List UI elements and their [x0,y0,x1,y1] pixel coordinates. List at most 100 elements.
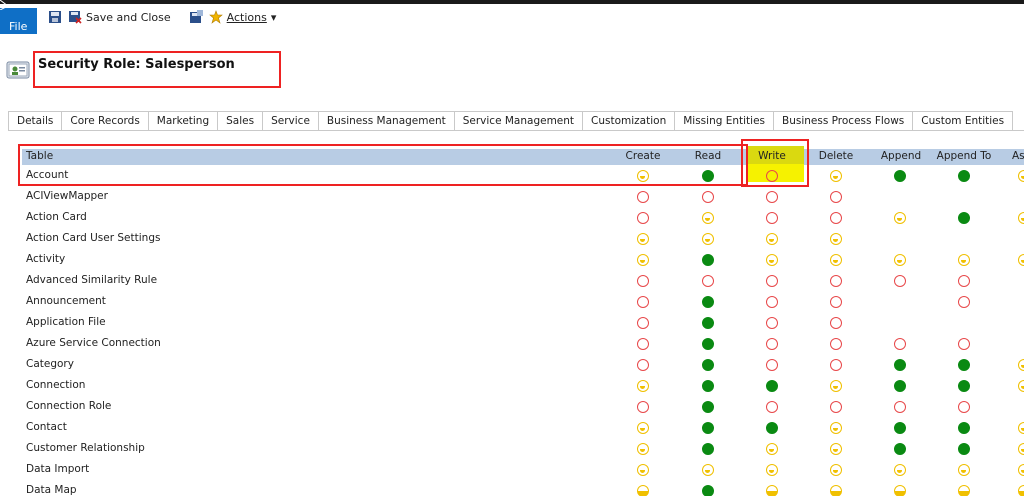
save-and-close-button[interactable]: Save and Close [68,10,171,24]
privilege-level-icon[interactable] [637,464,649,476]
privilege-level-icon[interactable] [894,338,906,350]
privilege-level-icon[interactable] [830,191,842,203]
tab-customization[interactable]: Customization [582,111,675,131]
tab-missing-entities[interactable]: Missing Entities [674,111,774,131]
privilege-level-icon[interactable] [766,212,778,224]
privilege-level-icon[interactable] [766,254,778,266]
actions-menu-button[interactable]: Actions ▾ [208,10,276,24]
privilege-level-icon[interactable] [830,380,842,392]
privilege-level-icon[interactable] [637,191,649,203]
privilege-level-icon[interactable] [637,296,649,308]
save-icon[interactable] [48,10,62,24]
privilege-level-icon[interactable] [830,212,842,224]
privilege-level-icon[interactable] [702,401,714,413]
privilege-level-icon[interactable] [702,296,714,308]
privilege-level-icon[interactable] [766,275,778,287]
privilege-level-icon[interactable] [830,443,842,455]
privilege-level-icon[interactable] [702,254,714,266]
privilege-level-icon[interactable] [958,296,970,308]
privilege-level-icon[interactable] [894,464,906,476]
privilege-level-icon[interactable] [702,380,714,392]
privilege-level-icon[interactable] [894,212,906,224]
privilege-level-icon[interactable] [637,443,649,455]
file-tab[interactable]: File [0,8,37,34]
privilege-level-icon[interactable] [894,254,906,266]
privilege-level-icon[interactable] [702,212,714,224]
privilege-level-icon[interactable] [766,380,778,392]
privilege-level-icon[interactable] [702,485,714,496]
privilege-level-icon[interactable] [958,464,970,476]
privilege-level-icon[interactable] [1018,422,1024,434]
tab-business-management[interactable]: Business Management [317,111,454,131]
privilege-level-icon[interactable] [830,296,842,308]
privilege-level-icon[interactable] [958,422,970,434]
privilege-level-icon[interactable] [637,275,649,287]
tab-details[interactable]: Details [8,111,62,131]
privilege-level-icon[interactable] [894,380,906,392]
privilege-level-icon[interactable] [830,275,842,287]
privilege-level-icon[interactable] [1018,254,1024,266]
privilege-level-icon[interactable] [766,443,778,455]
save-new-icon[interactable] [189,10,203,24]
privilege-level-icon[interactable] [894,170,906,182]
privilege-level-icon[interactable] [894,401,906,413]
privilege-level-icon[interactable] [702,317,714,329]
tab-service[interactable]: Service [262,111,318,131]
privilege-level-icon[interactable] [958,485,970,496]
privilege-level-icon[interactable] [702,443,714,455]
privilege-level-icon[interactable] [1018,359,1024,371]
privilege-level-icon[interactable] [830,233,842,245]
privilege-level-icon[interactable] [958,275,970,287]
privilege-level-icon[interactable] [958,401,970,413]
privilege-level-icon[interactable] [958,380,970,392]
privilege-level-icon[interactable] [958,443,970,455]
privilege-level-icon[interactable] [766,464,778,476]
privilege-level-icon[interactable] [637,380,649,392]
privilege-level-icon[interactable] [830,359,842,371]
privilege-level-icon[interactable] [1018,380,1024,392]
privilege-level-icon[interactable] [702,464,714,476]
privilege-level-icon[interactable] [702,359,714,371]
tab-sales[interactable]: Sales [217,111,263,131]
privilege-level-icon[interactable] [1018,212,1024,224]
privilege-level-icon[interactable] [766,296,778,308]
tab-marketing[interactable]: Marketing [147,111,218,131]
column-header-delete[interactable]: Delete [813,150,859,162]
privilege-level-icon[interactable] [766,401,778,413]
privilege-level-icon[interactable] [830,317,842,329]
privilege-level-icon[interactable] [958,338,970,350]
privilege-level-icon[interactable] [766,191,778,203]
privilege-level-icon[interactable] [637,485,649,496]
tab-custom-entities[interactable]: Custom Entities [912,111,1014,131]
privilege-level-icon[interactable] [702,191,714,203]
privilege-level-icon[interactable] [1018,464,1024,476]
privilege-level-icon[interactable] [830,401,842,413]
privilege-level-icon[interactable] [766,485,778,496]
privilege-level-icon[interactable] [702,338,714,350]
privilege-level-icon[interactable] [894,443,906,455]
column-header-append[interactable]: Append [876,150,926,162]
privilege-level-icon[interactable] [766,338,778,350]
privilege-level-icon[interactable] [766,422,778,434]
privilege-level-icon[interactable] [637,317,649,329]
privilege-level-icon[interactable] [702,233,714,245]
privilege-level-icon[interactable] [894,485,906,496]
column-header-append-to[interactable]: Append To [934,150,994,162]
privilege-level-icon[interactable] [830,254,842,266]
privilege-level-icon[interactable] [1018,485,1024,496]
privilege-level-icon[interactable] [830,485,842,496]
privilege-level-icon[interactable] [702,275,714,287]
privilege-level-icon[interactable] [637,422,649,434]
privilege-level-icon[interactable] [637,338,649,350]
privilege-level-icon[interactable] [830,464,842,476]
privilege-level-icon[interactable] [958,170,970,182]
privilege-level-icon[interactable] [637,401,649,413]
privilege-level-icon[interactable] [637,359,649,371]
tab-core-records[interactable]: Core Records [61,111,148,131]
tab-service-management[interactable]: Service Management [453,111,583,131]
privilege-level-icon[interactable] [958,359,970,371]
privilege-level-icon[interactable] [958,212,970,224]
privilege-level-icon[interactable] [766,359,778,371]
privilege-level-icon[interactable] [637,254,649,266]
privilege-level-icon[interactable] [894,275,906,287]
